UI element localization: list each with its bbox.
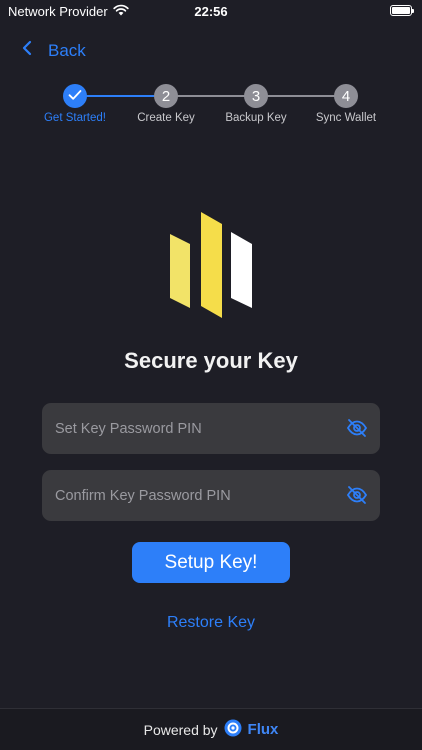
checkmark-icon <box>68 88 82 105</box>
step-1-circle <box>63 84 87 108</box>
pin-field-container <box>42 403 380 454</box>
step-connector-1 <box>75 95 166 97</box>
restore-key-link[interactable]: Restore Key <box>0 614 422 632</box>
setup-key-button[interactable]: Setup Key! <box>132 542 290 583</box>
back-label: Back <box>48 40 86 60</box>
step-1-label: Get Started! <box>43 112 106 124</box>
battery-icon <box>390 5 414 16</box>
flux-brand-label: Flux <box>247 721 279 738</box>
step-2-circle: 2 <box>154 84 178 108</box>
step-3-label: Backup Key <box>225 112 287 124</box>
step-connector-3 <box>256 95 346 97</box>
footer: Powered by Flux <box>0 708 422 750</box>
flux-logo-icon <box>224 719 242 740</box>
page-title: Secure your Key <box>124 348 298 373</box>
pin-input[interactable] <box>55 420 325 437</box>
step-4-label: Sync Wallet <box>315 112 377 124</box>
confirm-pin-field-container <box>42 470 380 521</box>
step-2-label: Create Key <box>137 112 195 124</box>
confirm-pin-input[interactable] <box>55 487 325 504</box>
chevron-left-icon <box>22 40 32 61</box>
step-4-circle: 4 <box>334 84 358 108</box>
progress-stepper: 2 3 4 Get Started! Create Key Backup Key… <box>0 82 422 132</box>
back-button[interactable]: Back <box>22 40 86 61</box>
powered-by-label: Powered by <box>143 721 218 738</box>
eye-slash-icon[interactable] <box>346 417 368 444</box>
status-bar: Network Provider 22:56 <box>0 0 422 24</box>
status-time: 22:56 <box>194 4 228 19</box>
app-logo <box>166 212 256 327</box>
step-3-circle: 3 <box>244 84 268 108</box>
step-connector-2 <box>166 95 256 97</box>
eye-slash-icon[interactable] <box>346 484 368 511</box>
